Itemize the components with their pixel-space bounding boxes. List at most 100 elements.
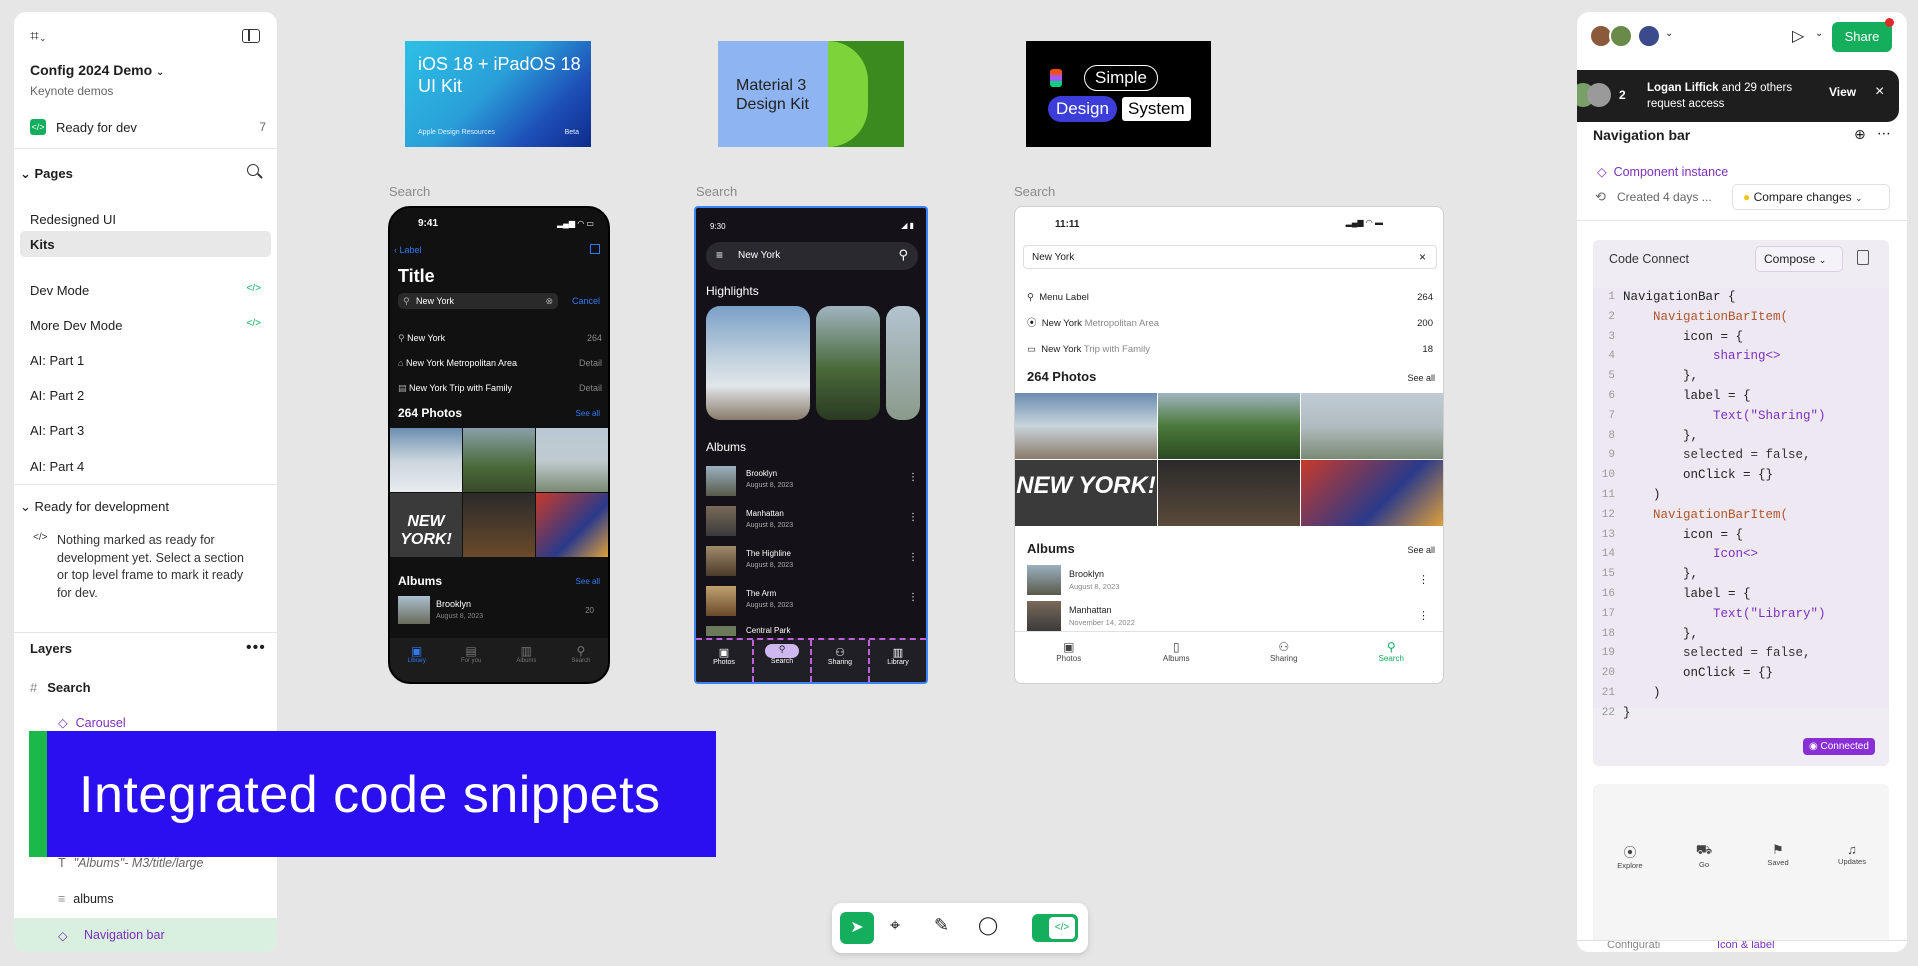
code-icon: </> [33, 532, 48, 543]
code-connect-card: Code Connect Compose ⌄ 1 NavigationBar {2… [1593, 240, 1889, 766]
text-icon: T [58, 856, 66, 870]
material-search-frame[interactable]: 9:30 ◢ ▮ ≡ New York ⚲ Highlights Albums … [694, 206, 928, 684]
right-panel: ⌄ ▷ ⌄ Share 2 Logan Liffick and 29 other… [1577, 12, 1907, 952]
page-item-ai3[interactable]: AI: Part 3 [30, 423, 84, 438]
search-field[interactable]: ⚲ New York ⊗ [398, 293, 558, 309]
layers-header: Layers [30, 641, 72, 656]
access-request-toast[interactable]: 2 Logan Liffick and 29 others request ac… [1577, 70, 1899, 122]
tab-configuration[interactable]: Configurati [1607, 941, 1660, 951]
code-icon: </> [246, 283, 261, 294]
page-item-redesigned[interactable]: Redesigned UI [14, 206, 277, 232]
code-line: 14 Icon<> [1601, 547, 1759, 562]
code-line: 15 }, [1601, 567, 1699, 582]
code-line: 19 selected = false, [1601, 646, 1811, 661]
present-icon[interactable]: ▷ [1792, 26, 1804, 46]
page-item-ai1[interactable]: AI: Part 1 [30, 353, 84, 368]
code-line: 3 icon = { [1608, 329, 1744, 344]
chevron-down-icon[interactable]: ⌄ [1815, 28, 1823, 39]
figma-logo-icon [1050, 69, 1062, 87]
menu-icon: ≡ [716, 248, 724, 262]
code-line: 22} [1601, 705, 1631, 720]
project-title[interactable]: Config 2024 Demo ⌄ [30, 62, 164, 78]
notification-dot [1885, 18, 1894, 27]
sidebar-toggle-icon[interactable] [242, 29, 260, 43]
close-icon[interactable]: × [1875, 83, 1884, 101]
more-icon[interactable]: ••• [246, 640, 266, 656]
tab-icon-label[interactable]: Icon & label [1717, 941, 1774, 951]
caption-text: Integrated code snippets [79, 766, 661, 824]
list-icon: ≡ [58, 892, 66, 906]
frame-label-material: Search [696, 184, 738, 199]
layer-navigation-bar[interactable]: ◇ Navigation bar [14, 918, 277, 952]
view-button[interactable]: View [1829, 85, 1856, 99]
ready-message: Nothing marked as ready for development … [57, 533, 244, 600]
compare-changes-button[interactable]: ● Compare changes ⌄ [1732, 184, 1890, 210]
component-preview: ⦿ Explore ⛟ Go ⚑ Saved ♫ Updates [1593, 784, 1889, 952]
share-button[interactable]: Share [1832, 22, 1892, 52]
dev-mode-toggle[interactable]: </> [1032, 914, 1078, 942]
code-icon: </> [246, 318, 261, 329]
code-line: 4 sharing<> [1608, 349, 1781, 364]
code-line: 11 ) [1601, 488, 1661, 502]
annotate-tool-icon[interactable]: ✎ [934, 915, 949, 936]
code-line: 17 Text("Library") [1601, 606, 1826, 621]
component-icon: ◇ [1597, 165, 1607, 179]
search-icon: ⚲ [898, 247, 908, 262]
frame-icon: # [30, 680, 38, 695]
code-line: 21 ) [1601, 686, 1661, 700]
code-line: 20 onClick = {} [1601, 666, 1774, 681]
layer-albums-text[interactable]: T "Albums"- M3/title/large [58, 856, 203, 870]
search-pages-icon[interactable] [247, 164, 263, 179]
move-tool-icon[interactable]: ➤ [840, 912, 874, 944]
code-line: 6 label = { [1608, 389, 1751, 403]
comment-tool-icon[interactable]: ◯ [978, 915, 998, 936]
code-line: 18 }, [1601, 626, 1699, 641]
language-select[interactable]: Compose ⌄ [1755, 246, 1843, 272]
search-icon: ⚲ [403, 296, 410, 306]
code-line: 9 selected = false, [1608, 448, 1811, 463]
code-line: 1 NavigationBar { [1608, 290, 1736, 304]
component-icon: ◇ [58, 929, 68, 943]
page-item-devmode[interactable]: Dev Mode </> [14, 283, 277, 309]
close-icon: × [1418, 250, 1426, 264]
measure-tool-icon[interactable]: ⌖ [890, 915, 900, 936]
project-subtitle: Keynote demos [30, 84, 114, 98]
pages-header[interactable]: ⌄ Pages [20, 166, 73, 182]
connected-badge[interactable]: ◉ Connected [1803, 738, 1875, 755]
avatar[interactable] [1637, 24, 1661, 48]
component-icon: ◇ [58, 716, 68, 730]
code-line: 7 Text("Sharing") [1608, 408, 1826, 423]
component-instance-link[interactable]: ◇ Component instance [1597, 164, 1728, 179]
page-item-ai2[interactable]: AI: Part 2 [30, 388, 84, 403]
navigation-bar[interactable]: ▣ Photos ⚲ Search ⚇ Sharing ▥ Library [696, 638, 926, 682]
ios-kit-thumbnail[interactable]: iOS 18 + iPadOS 18 UI Kit Apple Design R… [405, 41, 591, 147]
panel-title: Navigation bar [1593, 127, 1691, 143]
chevron-down-icon[interactable]: ⌄ [1665, 28, 1673, 39]
copy-icon[interactable] [1857, 250, 1869, 265]
layer-search[interactable]: # Search [30, 680, 91, 695]
page-item-ai4[interactable]: AI: Part 4 [30, 459, 84, 474]
page-item-kits[interactable]: Kits [20, 231, 271, 257]
code-icon: </> [30, 119, 46, 135]
frame-label-simple: Search [1014, 184, 1056, 199]
search-bar[interactable]: ≡ New York ⚲ [706, 242, 918, 270]
simple-kit-thumbnail[interactable]: Simple Design System [1026, 41, 1211, 147]
figma-menu-icon[interactable]: ⌗⌄ [30, 28, 58, 48]
ready-section-header[interactable]: ⌄ Ready for development [20, 499, 169, 515]
more-icon[interactable]: ⋯ [1877, 125, 1891, 142]
code-line: 2 NavigationBarItem( [1608, 309, 1789, 324]
ios-search-frame[interactable]: 9:41 ▂▄▆ ◠ ▭ ‹ Label Title ⚲ New York ⊗ Ca… [388, 206, 610, 684]
simple-search-frame[interactable]: 11:11 ▂▄▆ ◠ ▬ New York × ⚲ Menu Label 264… [1014, 206, 1444, 684]
material-kit-thumbnail[interactable]: Material 3 Design Kit [718, 41, 904, 147]
search-field[interactable]: New York × [1023, 245, 1437, 269]
bottom-toolbar: ➤ ⌖ ✎ ◯ </> [832, 903, 1088, 953]
page-item-moredevmode[interactable]: More Dev Mode </> [14, 318, 277, 344]
layer-carousel[interactable]: ◇ Carousel [58, 715, 126, 730]
ready-for-dev-row[interactable]: </> Ready for dev 7 [30, 118, 266, 136]
avatar[interactable] [1609, 24, 1633, 48]
history-icon: ⟲ [1595, 189, 1606, 204]
avatar [1587, 83, 1611, 107]
globe-icon[interactable]: ⊕ [1854, 126, 1866, 143]
layer-albums[interactable]: ≡ albums [58, 892, 114, 906]
code-snippet[interactable]: 1 NavigationBar { 2 NavigationBarItem( 3 ic… [1593, 288, 1889, 720]
